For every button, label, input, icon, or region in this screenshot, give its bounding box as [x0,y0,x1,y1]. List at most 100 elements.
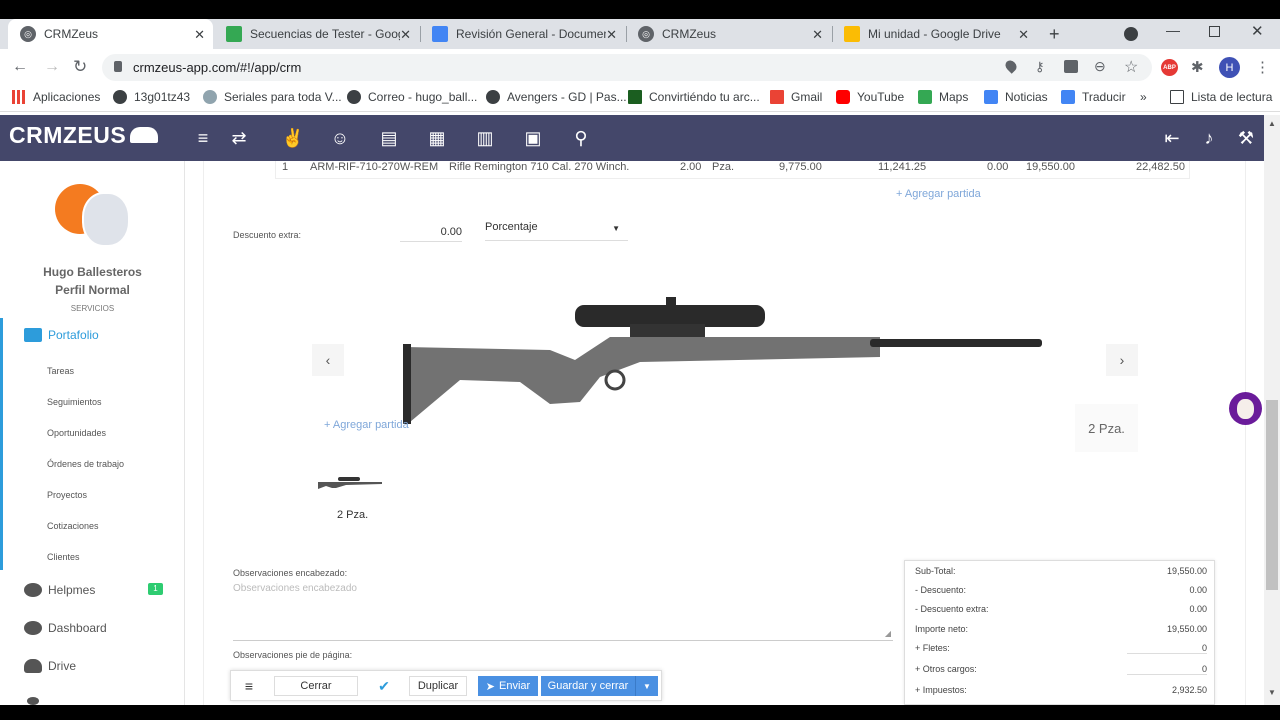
save-close-button[interactable]: Guardar y cerrar [541,676,635,696]
sidebar-item-seguimientos[interactable]: Seguimientos [47,397,102,407]
freight-input[interactable]: 0 [1127,643,1207,654]
user-profile: Perfil Normal [55,283,130,297]
tab-drive[interactable]: Mi unidad - Google Drive ✕ [832,19,1037,49]
tab-crmzeus-2[interactable]: ◎ CRMZeus ✕ [626,19,831,49]
scroll-down-icon[interactable]: ▼ [1268,688,1276,697]
invoice-icon[interactable]: ▥ [473,126,497,150]
close-icon[interactable]: ✕ [194,27,205,43]
minimize-icon[interactable]: — [1166,22,1180,38]
add-line-link-overlay[interactable]: + Agregar partida [324,419,409,431]
bookmark-item[interactable]: Seriales para toda V... [203,90,342,104]
discount-input[interactable]: 0.00 [400,224,462,242]
bookmark-item[interactable]: 13g01tz43 [113,90,190,104]
translate-icon[interactable] [1064,60,1078,73]
avatar[interactable] [55,184,130,249]
reload-icon[interactable]: ↻ [73,57,87,77]
save-options-dropdown[interactable]: ▼ [635,676,658,696]
menu-toggle-icon[interactable]: ≡ [191,126,215,150]
scrollbar-thumb[interactable] [1266,400,1278,590]
adblock-icon[interactable]: ABP [1161,59,1178,76]
close-icon[interactable]: ✕ [400,27,411,43]
bookmark-news[interactable]: Noticias [984,90,1048,104]
bookmark-item[interactable]: Avengers - GD | Pas... [486,90,627,104]
reading-list-icon [1170,90,1184,104]
zoom-icon[interactable]: ⊖ [1094,58,1106,75]
handshake-icon[interactable]: ✌ [281,126,305,150]
bookmark-item[interactable]: Convirtiéndo tu arc... [628,90,760,104]
close-button[interactable]: Cerrar [274,676,358,696]
helpmes-badge: 1 [148,583,163,595]
chat-widget-button[interactable] [1229,392,1262,425]
key-icon[interactable]: ⚷ [1035,59,1045,75]
bookmark-apps[interactable]: Aplicaciones [12,90,100,104]
extensions-icon[interactable]: ✱ [1191,58,1204,76]
profile-avatar[interactable]: H [1219,57,1240,78]
url-text[interactable]: crmzeus-app.com/#!/app/crm [133,60,301,75]
checkmark-button[interactable]: ✔ [369,676,399,696]
bookmark-maps[interactable]: Maps [918,90,968,104]
sidebar-item-oportunidades[interactable]: Oportunidades [47,428,106,438]
duplicate-button[interactable]: Duplicar [409,676,467,696]
tab-revision[interactable]: Revisión General - Documento ✕ [420,19,625,49]
sidebar-item-helpmes[interactable]: Helpmes [24,583,95,597]
new-tab-button[interactable]: + [1049,24,1060,45]
document-icon[interactable]: ▤ [377,126,401,150]
tab-crmzeus[interactable]: ◎ CRMZeus ✕ [8,19,213,49]
bell-icon[interactable]: ♪ [1197,126,1221,150]
discount-type-select[interactable]: Porcentaje ▼ [485,221,628,241]
sidebar-item-proyectos[interactable]: Proyectos [47,490,87,500]
sidebar-item-cotizaciones[interactable]: Cotizaciones [47,521,99,531]
bookmark-item[interactable]: Correo - hugo_ball... [347,90,477,104]
scroll-up-icon[interactable]: ▲ [1268,119,1276,128]
rifle-thumbnail[interactable] [316,474,384,492]
close-icon[interactable]: ✕ [1018,27,1029,43]
window-close-icon[interactable]: ✕ [1251,22,1264,40]
news-icon [984,90,998,104]
search-icon[interactable]: ⚲ [569,126,593,150]
other-charges-input[interactable]: 0 [1127,664,1207,675]
sidebar-item-clientes[interactable]: Clientes [47,552,80,562]
send-button[interactable]: ➤ Enviar [478,676,538,696]
user-name: Hugo Ballesteros [43,265,142,279]
logout-icon[interactable]: ⇤ [1160,126,1184,150]
resize-handle-icon[interactable]: ◢ [885,629,891,638]
sidebar-item-ordenes[interactable]: Órdenes de trabajo [47,459,124,469]
tab-search-icon[interactable] [1124,27,1138,41]
restore-icon[interactable] [1209,26,1220,37]
close-icon[interactable]: ✕ [812,27,823,43]
header-notes-textarea[interactable]: Observaciones encabezado ◢ [233,580,893,641]
bookmark-label: Lista de lectura [1191,90,1273,104]
carousel-next-button[interactable]: › [1106,344,1138,376]
forward-icon[interactable]: → [44,58,60,76]
hamburger-menu-button[interactable]: ≡ [237,676,261,696]
back-icon[interactable]: ← [12,58,28,76]
discount-type-value: Porcentaje [485,221,538,233]
menu-icon[interactable]: ⋮ [1255,58,1270,76]
row-price: 9,775.00 [779,161,822,173]
star-icon[interactable]: ☆ [1124,57,1138,77]
bookmark-youtube[interactable]: YouTube [836,90,904,104]
bookmark-translate[interactable]: Traducir [1061,90,1126,104]
close-icon[interactable]: ✕ [606,27,617,43]
tab-secuencias[interactable]: Secuencias de Tester - Google ✕ [214,19,419,49]
bookmarks-overflow[interactable]: » [1140,90,1147,104]
carousel-prev-button[interactable]: ‹ [312,344,344,376]
bookmark-gmail[interactable]: Gmail [770,90,822,104]
clipboard-icon[interactable]: ▦ [425,126,449,150]
globe-icon [113,90,127,104]
wrench-icon[interactable]: ⚒ [1234,126,1258,150]
globe-icon: ◎ [20,26,36,42]
add-line-link[interactable]: + Agregar partida [896,188,981,200]
sidebar-item-dashboard[interactable]: Dashboard [24,621,107,635]
sidebar-item-drive[interactable]: Drive [24,659,76,673]
sidebar-item-tareas[interactable]: Tareas [47,366,74,376]
lock-icon[interactable] [114,61,122,72]
net-amount-value: 19,550.00 [1166,624,1207,634]
sidebar-item-portafolio[interactable]: Portafolio [24,328,99,342]
calendar-icon[interactable]: ▣ [521,126,545,150]
contacts-icon[interactable]: ☺ [328,126,352,150]
app-logo[interactable]: CRMZEUS [9,122,159,149]
bookmark-reading-list[interactable]: Lista de lectura [1170,90,1272,104]
row-quantity: 2.00 [680,161,702,173]
refresh-icon[interactable]: ⇄ [227,126,251,150]
